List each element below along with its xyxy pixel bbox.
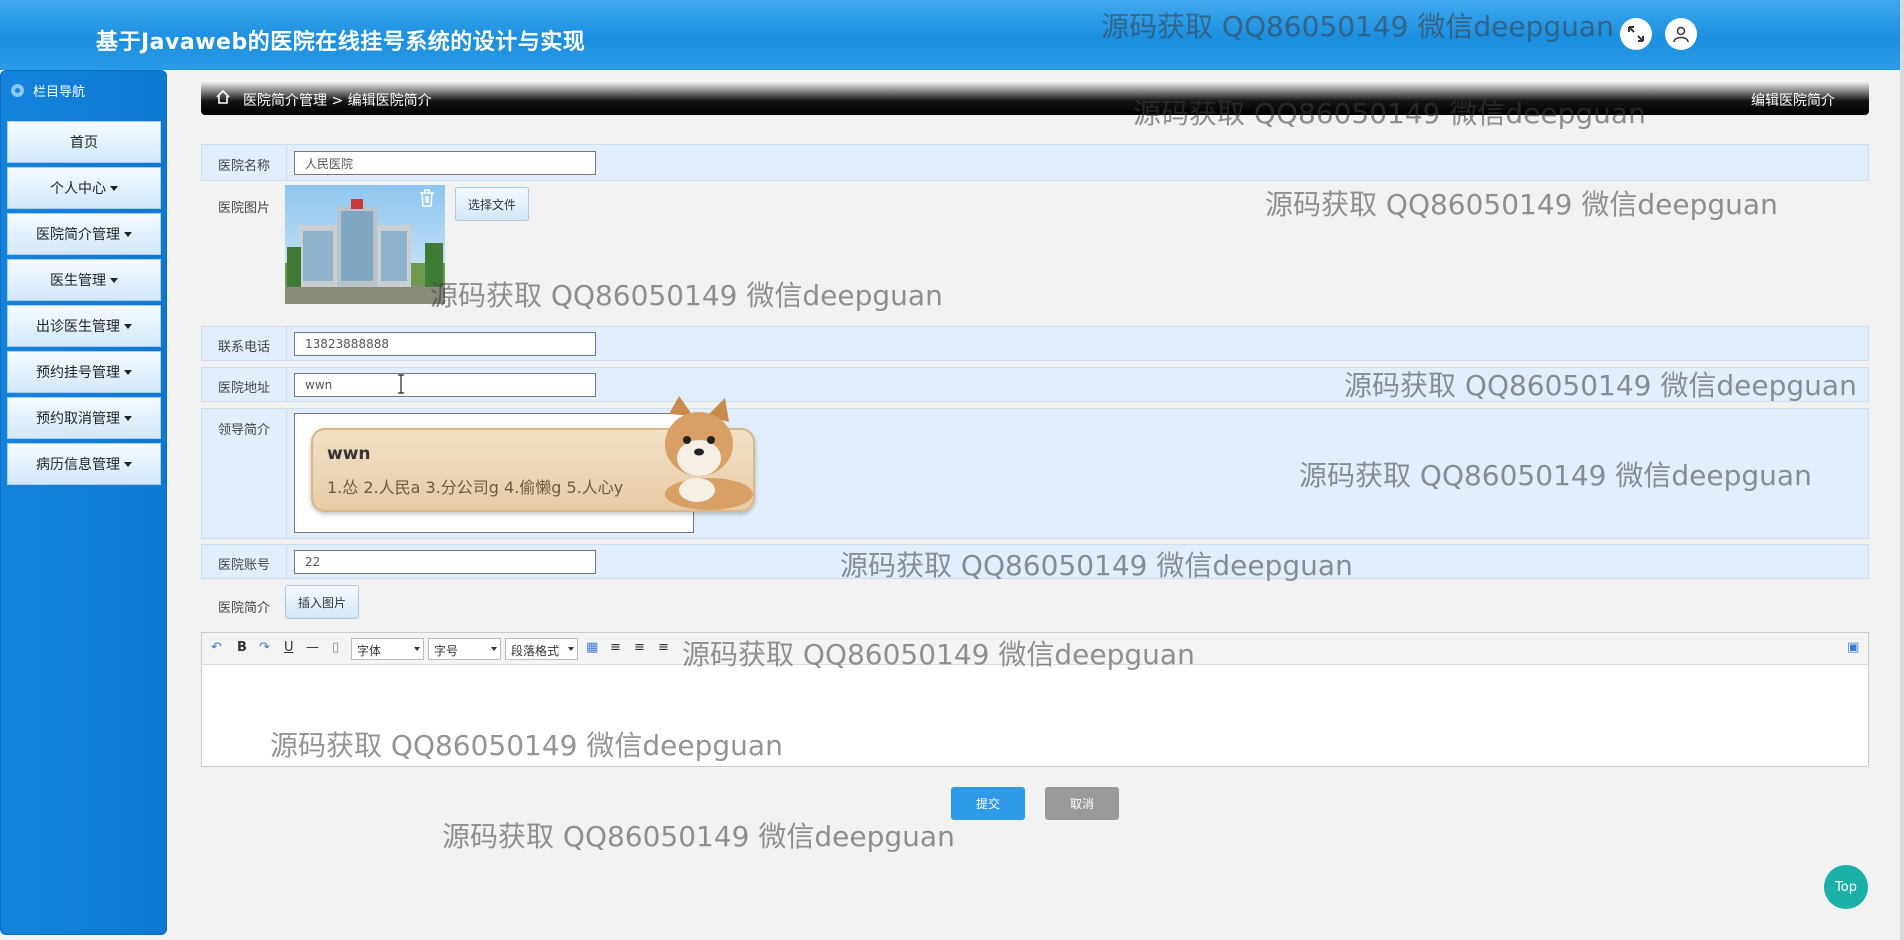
dog-mascot-image (665, 396, 753, 510)
underline-icon[interactable]: U (284, 640, 294, 655)
top-header: 基于Javaweb的医院在线挂号系统的设计与实现 (0, 0, 1900, 70)
text-cursor-icon (398, 374, 404, 394)
document-icon[interactable]: ▯ (332, 640, 339, 655)
form-row-image: 医院图片 (201, 181, 1869, 319)
home-icon[interactable] (215, 89, 231, 105)
sidebar-header: 栏目导航 (1, 75, 166, 105)
watermark: 源码获取 QQ86050149 微信deepguan (442, 820, 955, 853)
sidebar-item-medical-records[interactable]: 病历信息管理 (7, 443, 161, 485)
account-input[interactable] (294, 550, 596, 574)
font-size-select[interactable]: 字号 (428, 638, 501, 660)
sidebar-item-personal[interactable]: 个人中心 (7, 167, 161, 209)
align-right-icon[interactable]: ≡ (658, 640, 669, 655)
chevron-down-icon (124, 415, 132, 421)
chevron-down-icon (124, 369, 132, 375)
field-label: 联系电话 (202, 327, 287, 360)
sidebar: 栏目导航 首页 个人中心 医院简介管理 医生管理 出诊医生管理 预约挂号管理 预… (0, 70, 167, 935)
form-row-address: 医院地址 (201, 367, 1869, 402)
phone-input[interactable] (294, 332, 596, 356)
hospital-name-input[interactable] (294, 151, 596, 175)
page-scrollbar[interactable] (1900, 0, 1904, 940)
app-title: 基于Javaweb的医院在线挂号系统的设计与实现 (96, 30, 586, 55)
address-input[interactable] (294, 373, 596, 397)
sidebar-item-appointments[interactable]: 预约挂号管理 (7, 351, 161, 393)
source-view-icon[interactable]: ▣ (1847, 640, 1859, 655)
form-row-phone: 联系电话 (201, 326, 1869, 361)
align-left-icon[interactable]: ≡ (610, 640, 621, 655)
chevron-down-icon (124, 461, 132, 467)
bold-icon[interactable]: B (237, 640, 247, 655)
paragraph-format-select[interactable]: 段落格式 (505, 638, 578, 660)
align-center-icon[interactable]: ≡ (634, 640, 645, 655)
field-label: 医院地址 (202, 368, 287, 401)
ime-candidates[interactable]: 1.怂 2.人民a 3.分公司g 4.偷懒g 5.人心y (327, 474, 623, 498)
back-to-top-button[interactable]: Top (1824, 865, 1868, 909)
paragraph-select-label: 段落格式 (511, 644, 560, 658)
font-select-label: 字体 (357, 644, 382, 658)
sidebar-item-hospital-intro[interactable]: 医院简介管理 (7, 213, 161, 255)
sidebar-item-cancellations[interactable]: 预约取消管理 (7, 397, 161, 439)
sidebar-item-label: 医院简介管理 (36, 227, 120, 243)
field-label: 领导简介 (202, 409, 287, 538)
choose-file-button[interactable]: 选择文件 (455, 187, 529, 221)
chevron-down-icon (124, 231, 132, 237)
user-button[interactable] (1665, 18, 1697, 50)
ime-candidate-popup[interactable]: wwn 1.怂 2.人民a 3.分公司g 4.偷懒g 5.人心y (311, 396, 755, 512)
sidebar-title: 栏目导航 (33, 84, 86, 100)
sidebar-item-doctors[interactable]: 医生管理 (7, 259, 161, 301)
sidebar-item-label: 首页 (70, 135, 98, 151)
form-row-intro: 医院简介 (201, 584, 1869, 624)
chevron-down-icon (124, 323, 132, 329)
submit-button[interactable]: 提交 (951, 787, 1025, 820)
size-select-label: 字号 (434, 644, 459, 658)
redo-icon[interactable]: ↷ (259, 640, 270, 655)
sidebar-item-label: 个人中心 (50, 181, 106, 197)
chevron-down-icon (110, 277, 118, 283)
font-family-select[interactable]: 字体 (351, 638, 424, 660)
field-label: 医院图片 (217, 201, 270, 216)
page-title: 编辑医院简介 (1751, 93, 1835, 109)
field-label: 医院账号 (202, 545, 287, 578)
delete-image-button[interactable] (418, 188, 436, 212)
sidebar-item-home[interactable]: 首页 (7, 121, 161, 163)
chevron-down-icon (110, 185, 118, 191)
sidebar-item-label: 医生管理 (50, 273, 106, 289)
field-label: 医院名称 (202, 145, 287, 180)
nav-dot-icon (11, 83, 24, 97)
user-icon (1673, 26, 1689, 43)
field-label: 医院简介 (217, 601, 270, 616)
ime-input-text: wwn (327, 444, 371, 464)
fullscreen-button[interactable] (1620, 18, 1652, 50)
sidebar-item-duty-doctors[interactable]: 出诊医生管理 (7, 305, 161, 347)
form-row-account: 医院账号 (201, 544, 1869, 579)
sidebar-item-label: 预约挂号管理 (36, 365, 120, 381)
breadcrumb-path: 医院简介管理 > 编辑医院简介 (243, 93, 432, 109)
sidebar-item-label: 出诊医生管理 (36, 319, 120, 335)
horizontal-rule-icon[interactable]: — (306, 640, 319, 655)
rich-text-editor: ↶ B ↷ U — ▯ 字体 字号 段落格式 ▦ ≡ ≡ ≡ ▣ (201, 632, 1869, 767)
fullscreen-icon (1628, 26, 1644, 42)
sidebar-item-label: 预约取消管理 (36, 411, 120, 427)
form-row-name: 医院名称 (201, 144, 1869, 181)
editor-toolbar: ↶ B ↷ U — ▯ 字体 字号 段落格式 ▦ ≡ ≡ ≡ ▣ (202, 633, 1868, 665)
undo-icon[interactable]: ↶ (211, 640, 222, 655)
breadcrumb: 医院简介管理 > 编辑医院简介 编辑医院简介 (201, 80, 1869, 115)
table-icon[interactable]: ▦ (586, 640, 598, 655)
trash-icon (420, 189, 434, 207)
cancel-button[interactable]: 取消 (1045, 787, 1119, 820)
insert-image-button[interactable]: 插入图片 (285, 585, 359, 619)
sidebar-item-label: 病历信息管理 (36, 457, 120, 473)
